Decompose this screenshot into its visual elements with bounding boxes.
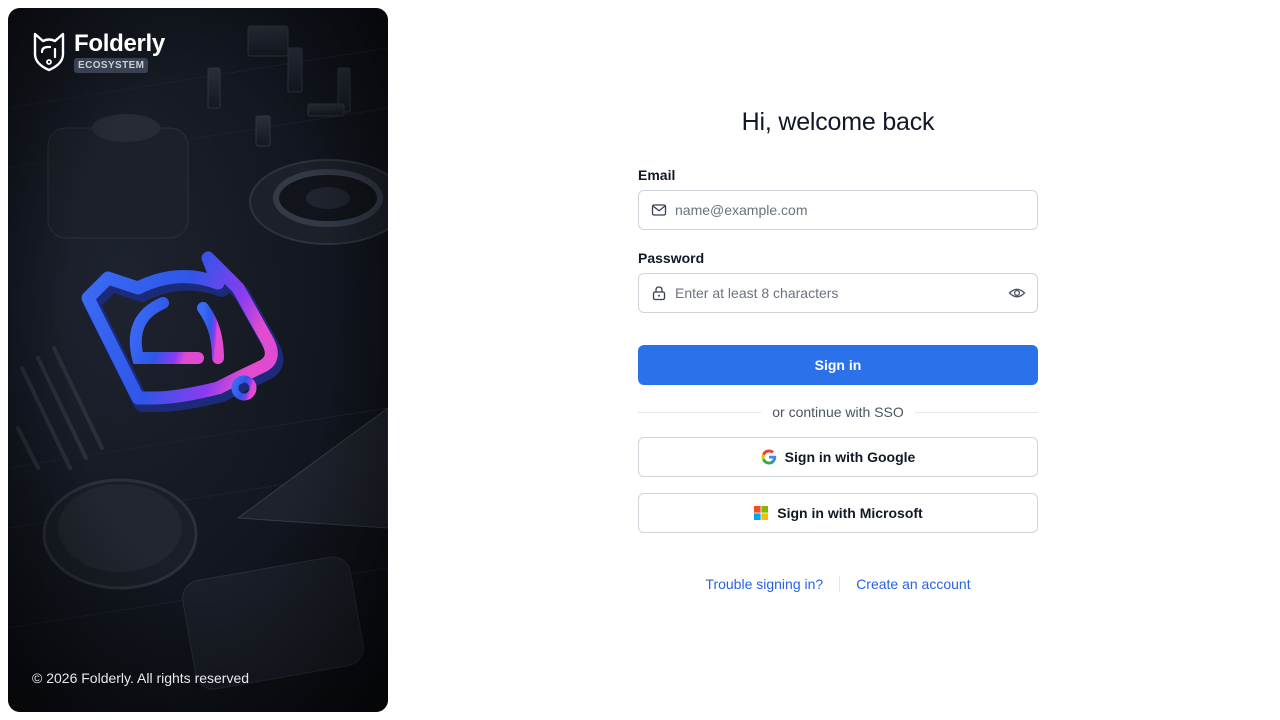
copyright-text: © 2026 Folderly. All rights reserved	[32, 670, 250, 686]
lock-icon	[652, 286, 666, 301]
divider-line-right	[914, 411, 1039, 413]
email-group: Email	[638, 167, 1038, 230]
create-account-link[interactable]: Create an account	[856, 576, 970, 592]
microsoft-icon	[754, 506, 769, 520]
footer-links: Trouble signing in? Create an account	[638, 576, 1038, 592]
hero-illustration	[8, 8, 388, 712]
sso-divider: or continue with SSO	[638, 404, 1039, 420]
eye-icon[interactable]	[1008, 284, 1026, 302]
email-label: Email	[638, 167, 676, 183]
trouble-signing-in-link[interactable]: Trouble signing in?	[705, 576, 823, 592]
email-field-wrapper	[638, 190, 1038, 230]
hero-panel: Folderly ECOSYSTEM © 2026 Folderly. All …	[8, 8, 388, 712]
google-icon	[761, 449, 776, 465]
brand-logo[interactable]: Folderly ECOSYSTEM	[32, 30, 165, 73]
google-sign-in-button[interactable]: Sign in with Google	[638, 437, 1038, 477]
microsoft-sign-in-button[interactable]: Sign in with Microsoft	[638, 493, 1038, 533]
folderly-fox-icon	[33, 32, 65, 72]
mail-icon	[651, 204, 667, 216]
google-sign-in-label: Sign in with Google	[784, 449, 916, 465]
footer-link-separator	[839, 576, 841, 592]
divider-line-left	[638, 411, 762, 413]
sign-in-form: Hi, welcome back Email Password Sign	[638, 108, 1039, 592]
divider-text: or continue with SSO	[772, 404, 904, 420]
brand-name: Folderly	[74, 30, 165, 57]
password-field-wrapper	[638, 273, 1038, 313]
sign-in-button[interactable]: Sign in	[638, 345, 1038, 385]
password-group: Password	[638, 250, 1038, 313]
brand-tag: ECOSYSTEM	[74, 58, 149, 73]
password-label: Password	[638, 250, 705, 266]
email-input[interactable]	[675, 191, 1037, 229]
password-input[interactable]	[675, 274, 1008, 312]
page-title: Hi, welcome back	[741, 108, 935, 136]
microsoft-sign-in-label: Sign in with Microsoft	[777, 505, 923, 521]
